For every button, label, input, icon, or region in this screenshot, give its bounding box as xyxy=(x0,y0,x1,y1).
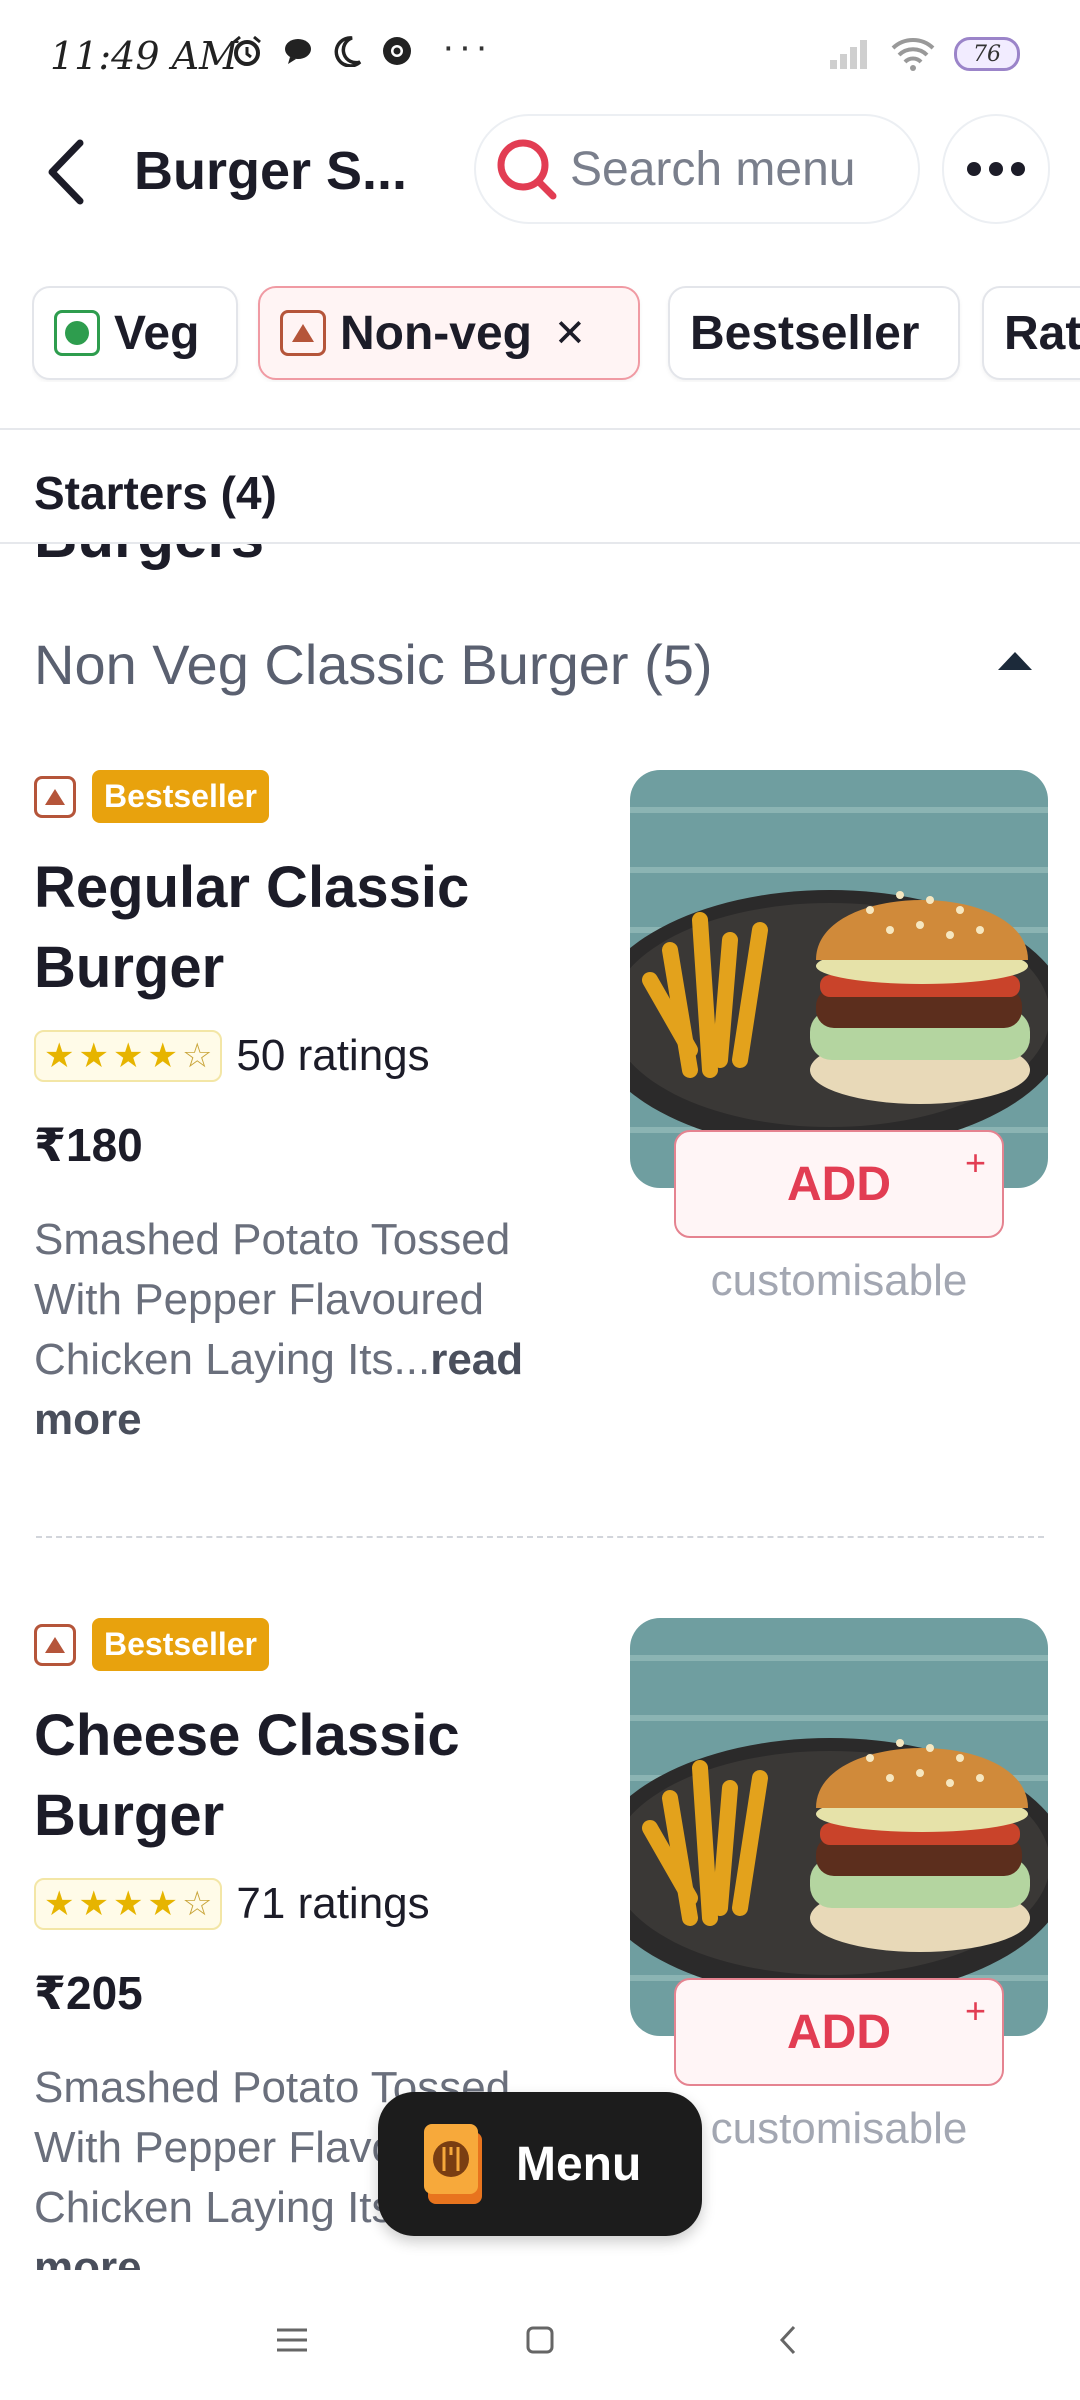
star-rating: ★ ★ ★ ★ ☆ xyxy=(34,1030,223,1082)
more-options-button[interactable] xyxy=(942,114,1050,224)
status-bar: 11:49 AM ··· 76 xyxy=(0,0,1080,112)
sticky-section-title: Starters (4) xyxy=(34,467,277,519)
status-time: 11:49 AM xyxy=(50,34,238,78)
star-icon: ★ xyxy=(147,1885,178,1923)
more-dot-icon xyxy=(1011,162,1025,176)
bestseller-badge: Bestseller xyxy=(92,1618,269,1671)
add-label: ADD xyxy=(787,2005,891,2059)
moon-icon xyxy=(334,36,362,67)
section-title-burgers: Burgers xyxy=(34,544,264,571)
back-arrow-icon xyxy=(48,139,84,205)
filter-chips: Veg Non-veg ✕ Bestseller Rat xyxy=(32,286,1080,382)
item-image[interactable] xyxy=(630,1618,1048,2036)
chevron-left-icon xyxy=(779,2325,796,2355)
star-icon: ★ xyxy=(78,1037,109,1075)
status-system-icons: 76 xyxy=(828,36,1020,72)
star-icon: ★ xyxy=(44,1037,75,1075)
menu-label: Menu xyxy=(516,2137,642,2191)
item-name[interactable]: Regular Classic Burger xyxy=(34,848,594,1008)
item-price: ₹205 xyxy=(34,1967,143,2019)
veg-icon xyxy=(54,310,100,356)
more-dot-icon xyxy=(967,162,981,176)
item-image[interactable] xyxy=(630,770,1048,1188)
filter-veg[interactable]: Veg xyxy=(32,286,238,380)
burger-photo-icon xyxy=(630,770,1048,1188)
alarm-icon xyxy=(233,35,261,66)
search-icon xyxy=(497,139,557,200)
menu-button[interactable]: Menu xyxy=(378,2092,702,2236)
item-badges: Bestseller xyxy=(34,1618,269,1671)
item-badges: Bestseller xyxy=(34,770,269,823)
caret-up-icon xyxy=(998,652,1032,670)
star-icon: ★ xyxy=(44,1885,75,1923)
burger-photo-icon xyxy=(630,1618,1048,2036)
status-notification-icons xyxy=(230,34,414,68)
home-button[interactable] xyxy=(510,2310,570,2370)
star-empty-icon: ☆ xyxy=(181,1037,213,1075)
filter-rating[interactable]: Rat xyxy=(982,286,1080,380)
customisable-label: customisable xyxy=(710,1256,968,1305)
plus-icon: + xyxy=(964,1990,986,2031)
recent-apps-button[interactable] xyxy=(262,2310,322,2370)
search-placeholder: Search menu xyxy=(570,142,856,196)
back-button[interactable] xyxy=(34,132,98,212)
search-menu-input[interactable]: Search menu xyxy=(474,114,920,224)
more-dot-icon xyxy=(989,162,1003,176)
item-price: ₹180 xyxy=(34,1119,143,1171)
filter-label: Rat xyxy=(1004,306,1080,360)
menu-book-icon xyxy=(422,2122,486,2206)
star-icon: ★ xyxy=(112,1885,144,1923)
wifi-icon xyxy=(891,38,935,71)
app-header: Burger S... Search menu xyxy=(0,112,1080,232)
nonveg-icon xyxy=(280,310,326,356)
item-name[interactable]: Cheese Classic Burger xyxy=(34,1696,594,1856)
item-separator xyxy=(36,1536,1044,1538)
rating-count: 71 ratings xyxy=(236,1879,430,1928)
star-icon: ★ xyxy=(147,1037,178,1075)
battery-indicator: 76 xyxy=(954,37,1020,71)
add-label: ADD xyxy=(787,1157,891,1211)
rating-row: ★ ★ ★ ★ ☆ 50 ratings xyxy=(34,1030,430,1082)
add-button[interactable]: ADD + xyxy=(674,1978,1004,2086)
chat-icon xyxy=(285,39,311,64)
sticky-section-header[interactable]: Starters (4) xyxy=(0,430,1080,544)
star-half-icon: ☆ xyxy=(181,1885,213,1923)
star-icon: ★ xyxy=(78,1885,109,1923)
category-header[interactable]: Non Veg Classic Burger (5) xyxy=(0,610,1080,710)
collapse-category-button[interactable] xyxy=(990,640,1040,680)
filter-bestseller[interactable]: Bestseller xyxy=(668,286,960,380)
rating-count: 50 ratings xyxy=(236,1031,430,1080)
hamburger-icon xyxy=(277,2328,307,2352)
bestseller-badge: Bestseller xyxy=(92,770,269,823)
nonveg-icon xyxy=(34,1623,76,1666)
category-title: Non Veg Classic Burger (5) xyxy=(34,633,713,696)
menu-item: Bestseller Regular Classic Burger ★ ★ ★ ★ ☆ … xyxy=(0,770,1080,1470)
plus-icon: + xyxy=(964,1142,986,1183)
signal-icon xyxy=(830,40,867,69)
star-rating: ★ ★ ★ ★ ☆ xyxy=(34,1878,223,1930)
menu-list[interactable]: Burgers Non Veg Classic Burger (5) Bests… xyxy=(0,544,1080,2270)
filter-label: Non-veg xyxy=(340,306,532,360)
star-icon: ★ xyxy=(112,1037,144,1075)
filter-label: Veg xyxy=(114,306,200,360)
system-nav-bar xyxy=(0,2270,1080,2400)
rating-row: ★ ★ ★ ★ ☆ 71 ratings xyxy=(34,1878,430,1930)
square-icon xyxy=(526,2326,554,2354)
filter-nonveg[interactable]: Non-veg ✕ xyxy=(258,286,640,380)
more-notifications-icon: ··· xyxy=(442,26,492,68)
browser-icon xyxy=(383,37,411,65)
restaurant-title: Burger S... xyxy=(134,141,408,201)
system-back-button[interactable] xyxy=(758,2310,818,2370)
item-description: Smashed Potato Tossed With Pepper Flavou… xyxy=(34,1210,594,1450)
add-button[interactable]: ADD + xyxy=(674,1130,1004,1238)
remove-filter-icon[interactable]: ✕ xyxy=(554,311,586,356)
nonveg-icon xyxy=(34,775,76,818)
filter-label: Bestseller xyxy=(690,306,920,360)
